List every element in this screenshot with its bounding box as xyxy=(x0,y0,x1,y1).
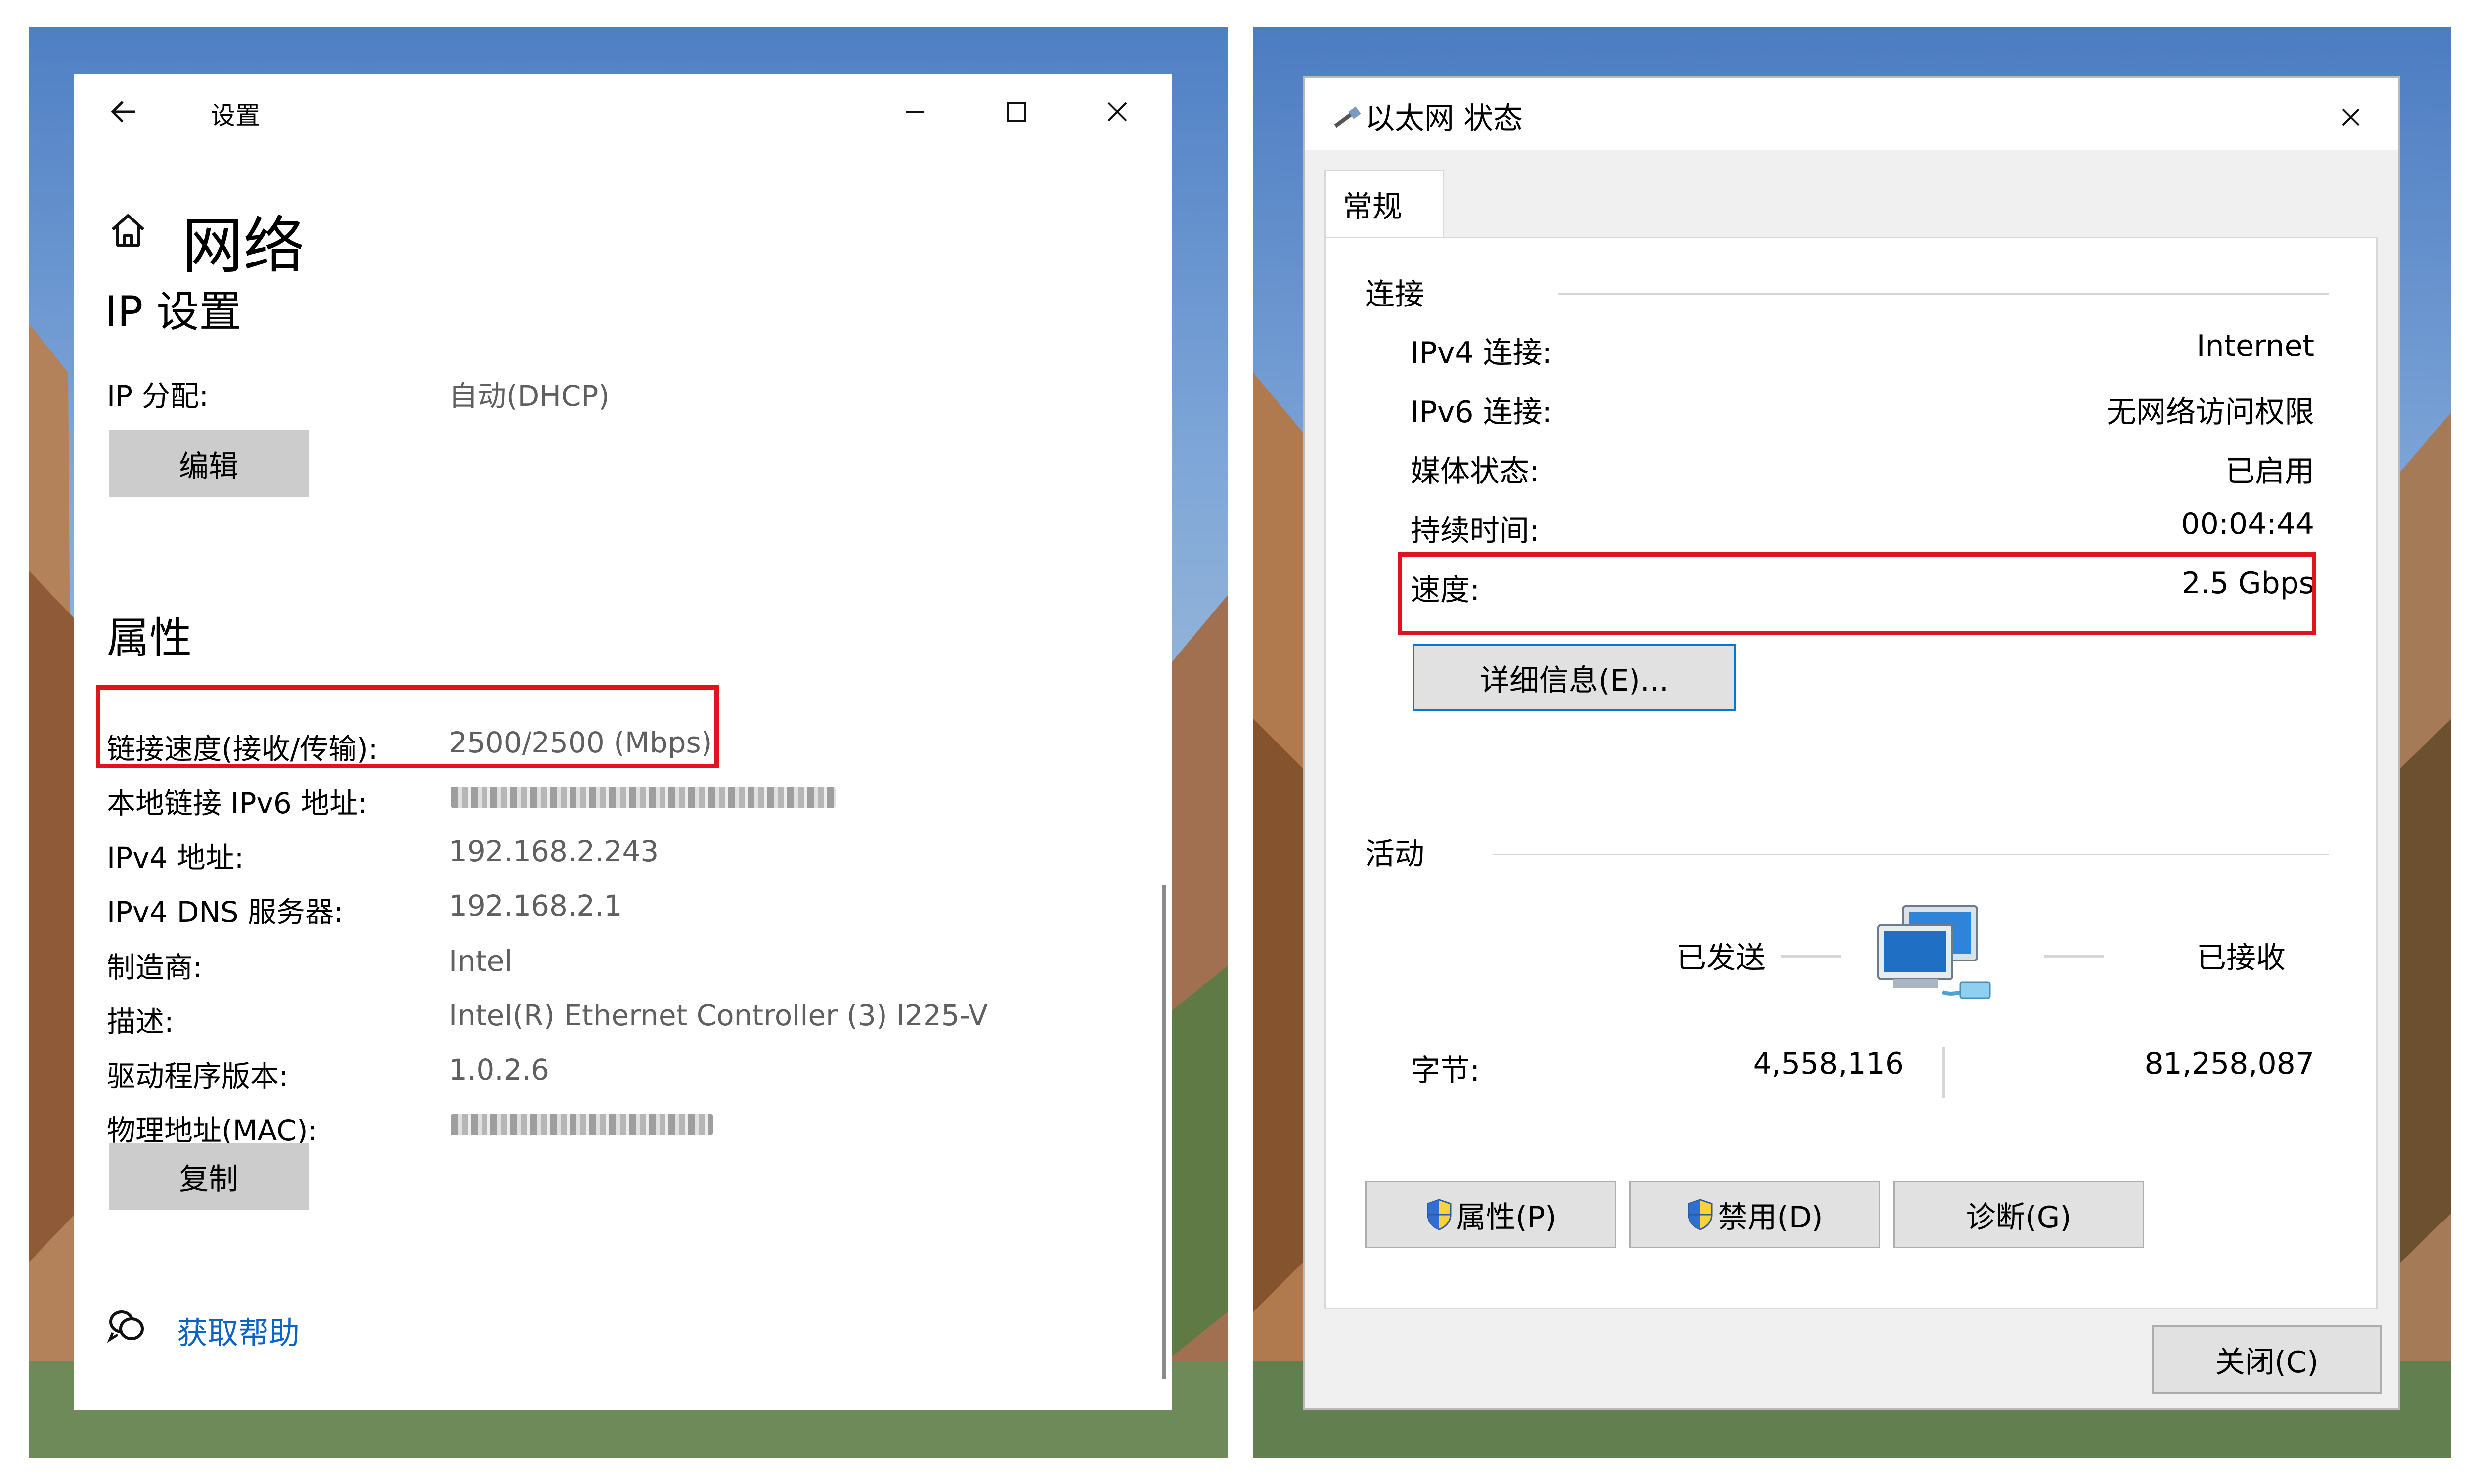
close-icon xyxy=(2342,108,2360,126)
sent-line xyxy=(1781,955,1841,958)
media-state-label: 媒体状态: xyxy=(1411,454,1540,489)
bytes-received-value: 81,258,087 xyxy=(2144,1047,2314,1081)
back-button[interactable] xyxy=(105,92,144,131)
ipv6-connection-value: 无网络访问权限 xyxy=(2107,395,2314,430)
ipv4-dns-value: 192.168.2.1 xyxy=(449,889,622,922)
network-computers-icon xyxy=(1873,898,2007,1012)
media-state-value: 已启用 xyxy=(2225,454,2314,489)
back-arrow-icon xyxy=(111,101,135,123)
ip-assignment-label: IP 分配: xyxy=(107,379,209,413)
disable-button[interactable]: 禁用(D) xyxy=(1629,1181,1880,1248)
ipv4-address-value: 192.168.2.243 xyxy=(449,834,659,868)
bytes-divider xyxy=(1942,1047,1945,1098)
window-title: 设置 xyxy=(211,101,260,130)
network-cable-icon xyxy=(1331,101,1364,134)
uac-shield-icon xyxy=(1688,1199,1713,1230)
edit-button[interactable]: 编辑 xyxy=(109,430,309,497)
bytes-sent-value: 4,558,116 xyxy=(1753,1047,1904,1081)
ipv6-address-value-redacted xyxy=(451,787,836,808)
description-label: 描述: xyxy=(107,1005,174,1039)
speed-highlight xyxy=(1398,552,2316,635)
ipv4-connection-value: Internet xyxy=(2196,329,2314,363)
tab-general[interactable]: 常规 xyxy=(1324,170,1444,240)
activity-group-label: 活动 xyxy=(1365,837,1424,872)
tab-general-label: 常规 xyxy=(1343,190,1402,224)
details-button[interactable]: 详细信息(E)... xyxy=(1413,644,1736,711)
ipv4-dns-label: IPv4 DNS 服务器: xyxy=(107,895,344,929)
properties-button-label: 属性(P) xyxy=(1456,1200,1557,1235)
maximize-button[interactable] xyxy=(997,92,1036,131)
link-speed-highlight xyxy=(96,685,719,768)
duration-value: 00:04:44 xyxy=(2181,507,2314,541)
close-button[interactable] xyxy=(1098,92,1137,131)
diagnose-button[interactable]: 诊断(G) xyxy=(1893,1181,2144,1248)
manufacturer-label: 制造商: xyxy=(107,951,203,984)
scrollbar[interactable] xyxy=(1162,885,1166,1379)
ipv4-connection-label: IPv4 连接: xyxy=(1411,336,1552,370)
bytes-label: 字节: xyxy=(1411,1053,1480,1088)
minimize-icon xyxy=(906,111,924,113)
copy-button[interactable]: 复制 xyxy=(109,1143,309,1210)
sent-label: 已发送 xyxy=(1677,941,1766,975)
ip-assignment-value: 自动(DHCP) xyxy=(449,379,610,413)
close-button[interactable] xyxy=(2331,97,2371,137)
properties-heading: 属性 xyxy=(107,613,192,663)
minimize-button[interactable] xyxy=(895,92,934,131)
driver-version-value: 1.0.2.6 xyxy=(449,1053,549,1087)
driver-version-label: 驱动程序版本: xyxy=(107,1059,289,1093)
mac-address-value-redacted xyxy=(451,1114,713,1135)
page-title: 网络 xyxy=(182,211,305,282)
settings-window: 设置 网络 IP 设置 IP 分配: 自动(DHCP) 编辑 属性 链接速度(接… xyxy=(74,74,1172,1410)
received-label: 已接收 xyxy=(2197,941,2286,975)
description-value: Intel(R) Ethernet Controller (3) I225-V xyxy=(449,999,988,1032)
uac-shield-icon xyxy=(1427,1199,1451,1230)
home-icon xyxy=(106,208,150,252)
close-dialog-button[interactable]: 关闭(C) xyxy=(2152,1325,2382,1394)
ipv4-address-label: IPv4 地址: xyxy=(107,841,244,874)
maximize-icon xyxy=(1007,102,1026,122)
activity-group-divider xyxy=(1493,854,2329,855)
manufacturer-value: Intel xyxy=(449,944,513,978)
connection-group-divider xyxy=(1558,293,2329,295)
ethernet-status-window: 以太网 状态 常规 连接 IPv4 连接: Internet IPv6 连接: … xyxy=(1303,76,2400,1410)
get-help-icon[interactable] xyxy=(106,1305,147,1347)
disable-button-label: 禁用(D) xyxy=(1718,1200,1823,1235)
window-title: 以太网 状态 xyxy=(1365,101,1523,136)
ipv6-connection-label: IPv6 连接: xyxy=(1411,395,1552,430)
get-help-link[interactable]: 获取帮助 xyxy=(177,1308,300,1353)
section-title: IP 设置 xyxy=(105,287,242,337)
received-line xyxy=(2044,955,2104,958)
duration-label: 持续时间: xyxy=(1411,514,1540,548)
properties-button[interactable]: 属性(P) xyxy=(1365,1181,1616,1248)
close-icon xyxy=(1107,102,1127,122)
connection-group-label: 连接 xyxy=(1365,277,1424,312)
ipv6-address-label: 本地链接 IPv6 地址: xyxy=(107,786,368,820)
